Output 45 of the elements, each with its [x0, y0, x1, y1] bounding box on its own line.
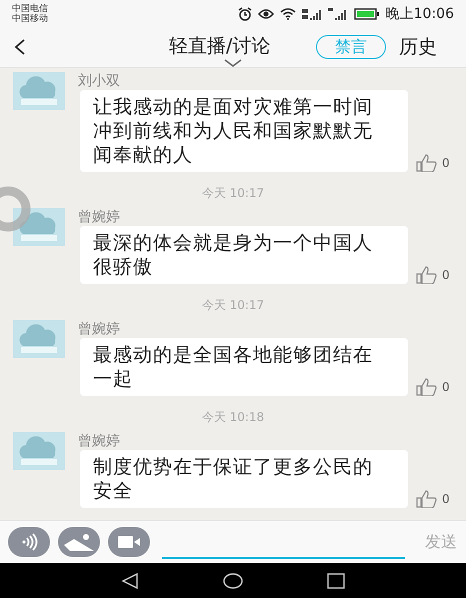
voice-button[interactable]: [8, 527, 50, 557]
thumbs-up-icon: [416, 378, 438, 396]
like-button[interactable]: 0: [416, 378, 450, 396]
like-button[interactable]: 0: [416, 266, 450, 284]
sender-name: 刘小双: [78, 72, 120, 90]
status-time: 晚上10:06: [386, 4, 454, 24]
sound-waves-icon: [20, 533, 38, 551]
carrier-name: 中国移动: [12, 14, 48, 24]
home-nav-icon[interactable]: [223, 572, 243, 588]
thumbs-up-icon: [416, 154, 438, 172]
mountain-image-icon: [62, 531, 96, 553]
cloud-avatar: [13, 72, 65, 110]
sender-name: 曾婉婷: [78, 320, 120, 338]
image-button[interactable]: [58, 527, 100, 557]
loading-spinner-icon: [0, 186, 31, 232]
message-bubble: 最感动的是全国各地能够团结在一起: [80, 338, 408, 396]
wifi-icon: [280, 8, 296, 20]
page-title: 轻直播/讨论: [169, 34, 270, 58]
battery-icon: [354, 8, 380, 20]
eye-icon: [258, 8, 274, 20]
thumbs-up-icon: [416, 266, 438, 284]
cloud-avatar: [13, 320, 65, 358]
alarm-icon: [238, 7, 252, 21]
message-bubble: 制度优势在于保证了更多公民的安全: [80, 450, 408, 508]
chevron-down-icon[interactable]: [224, 59, 242, 67]
signal-icon: [302, 8, 322, 20]
signal-icon: [328, 8, 348, 20]
carrier-name: 中国电信: [12, 4, 48, 14]
recents-nav-icon[interactable]: [327, 572, 345, 588]
history-button[interactable]: 历史: [399, 33, 437, 62]
video-camera-icon: [117, 535, 141, 549]
timestamp: 今天 10:17: [202, 297, 264, 314]
thumbs-up-icon: [416, 490, 438, 508]
like-button[interactable]: 0: [416, 154, 450, 172]
like-button[interactable]: 0: [416, 490, 450, 508]
timestamp: 今天 10:18: [202, 409, 264, 426]
video-button[interactable]: [108, 527, 150, 557]
message-bubble: 让我感动的是面对灾难第一时间冲到前线和为人民和国家默默无闻奉献的人: [80, 90, 408, 172]
back-icon: [14, 38, 26, 56]
sender-name: 曾婉婷: [78, 432, 120, 450]
back-nav-icon[interactable]: [121, 572, 139, 590]
sender-name: 曾婉婷: [78, 208, 120, 226]
timestamp: 今天 10:17: [202, 185, 264, 202]
message-bubble: 最深的体会就是身为一个中国人很骄傲: [80, 226, 408, 284]
cloud-avatar: [13, 432, 65, 470]
